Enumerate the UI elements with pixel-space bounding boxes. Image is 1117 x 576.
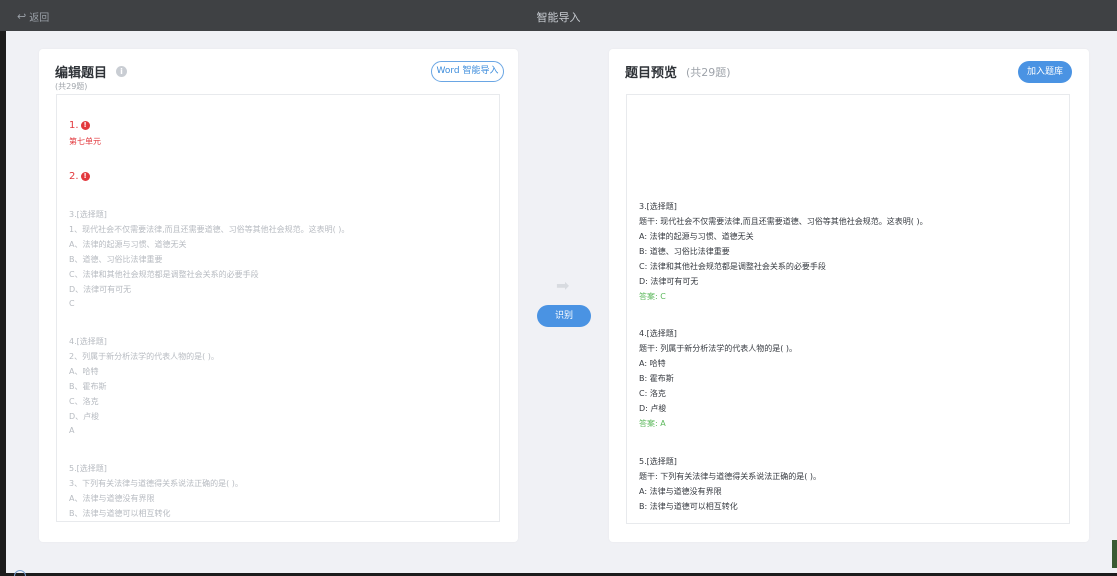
- editor-line: 4.[选择题]: [69, 337, 107, 346]
- editor-line: 2.!: [69, 171, 90, 182]
- preview-line: 题干: 现代社会不仅需要法律,而且还需要道德、习俗等其他社会规范。这表明( )。: [639, 217, 928, 226]
- preview-line: 题干: 列属于新分析法学的代表人物的是( )。: [639, 344, 798, 353]
- editor-line: 3.[选择题]: [69, 210, 107, 219]
- preview-panel: 题目预览 (共29题) 加入题库 3.[选择题] 题干: 现代社会不仅需要法律,…: [609, 49, 1089, 542]
- preview-line: 5.[选择题]: [639, 457, 677, 466]
- editor-line: 3、下列有关法律与道德得关系说法正确的是( )。: [69, 479, 243, 488]
- recognize-button[interactable]: 识别: [537, 305, 591, 327]
- editor-line: 2、列属于新分析法学的代表人物的是( )。: [69, 352, 219, 361]
- preview-line: 题干: 下列有关法律与道德得关系说法正确的是( )。: [639, 472, 822, 481]
- preview-line: D: 法律可有可无: [639, 277, 699, 286]
- editor-line: A、哈特: [69, 367, 99, 376]
- preview-line: D: 卢梭: [639, 404, 667, 413]
- help-circle-icon[interactable]: [14, 570, 26, 576]
- edit-panel-count: (共29题): [55, 82, 88, 91]
- preview-line: B: 道德、习俗比法律重要: [639, 247, 730, 256]
- preview-line: B: 霍布斯: [639, 374, 674, 383]
- preview-line: A: 哈特: [639, 359, 666, 368]
- preview-line: C: 法律和其他社会规范都是调整社会关系的必要手段: [639, 262, 826, 271]
- edit-questions-panel: 编辑题目 i (共29题) Word 智能导入 1.! 第七单元 2.! 3.[…: [39, 49, 518, 542]
- error-icon: !: [80, 171, 90, 181]
- editor-line: 第七单元: [69, 137, 101, 146]
- error-icon: !: [80, 120, 90, 130]
- preview-line: 4.[选择题]: [639, 329, 677, 338]
- editor-line: B、霍布斯: [69, 382, 107, 391]
- editor-line: A: [69, 426, 75, 435]
- preview-line: A: 法律的起源与习惯、道德无关: [639, 232, 754, 241]
- editor-line: D、卢梭: [69, 412, 100, 421]
- question-preview: 3.[选择题] 题干: 现代社会不仅需要法律,而且还需要道德、习俗等其他社会规范…: [626, 94, 1070, 524]
- editor-line: 1、现代社会不仅需要法律,而且还需要道德、习俗等其他社会规范。这表明( )。: [69, 225, 350, 234]
- editor-line: A、法律与道德没有界限: [69, 494, 155, 503]
- preview-line: B: 法律与道德可以相互转化: [639, 502, 738, 511]
- editor-line: B、法律与道德可以相互转化: [69, 509, 171, 518]
- editor-line: A、法律的起源与习惯、道德无关: [69, 240, 187, 249]
- editor-line: C、洛克: [69, 397, 99, 406]
- page-title: 智能导入: [536, 11, 581, 24]
- scrollbar-handle[interactable]: [1112, 540, 1117, 568]
- preview-panel-title: 题目预览: [625, 66, 678, 81]
- word-import-button[interactable]: Word 智能导入: [431, 61, 504, 82]
- preview-panel-header: 题目预览 (共29题): [625, 62, 731, 82]
- add-to-bank-button[interactable]: 加入题库: [1018, 61, 1072, 83]
- preview-line: C: 洛克: [639, 389, 666, 398]
- arrow-right-icon: ➡: [556, 276, 570, 295]
- preview-count: (共29题): [686, 65, 731, 79]
- answer-line: 答案: A: [639, 419, 666, 428]
- preview-line: 3.[选择题]: [639, 202, 677, 211]
- editor-line: C、法律和其他社会规范都是调整社会关系的必要手段: [69, 270, 259, 279]
- editor-line: 1.!: [69, 120, 90, 131]
- editor-line: C: [69, 299, 75, 308]
- info-icon[interactable]: i: [116, 66, 128, 77]
- preview-line: A: 法律与道德没有界限: [639, 487, 722, 496]
- editor-line: D、法律可有可无: [69, 285, 132, 294]
- answer-line: 答案: C: [639, 292, 666, 301]
- question-editor[interactable]: 1.! 第七单元 2.! 3.[选择题] 1、现代社会不仅需要法律,而且还需要道…: [56, 94, 500, 522]
- editor-line: B、道德、习俗比法律重要: [69, 255, 163, 264]
- top-bar: ↩ 返回 智能导入: [0, 0, 1117, 31]
- edit-panel-title: 编辑题目: [55, 66, 108, 81]
- edit-panel-header: 编辑题目 i: [55, 62, 128, 81]
- editor-line: 5.[选择题]: [69, 464, 107, 473]
